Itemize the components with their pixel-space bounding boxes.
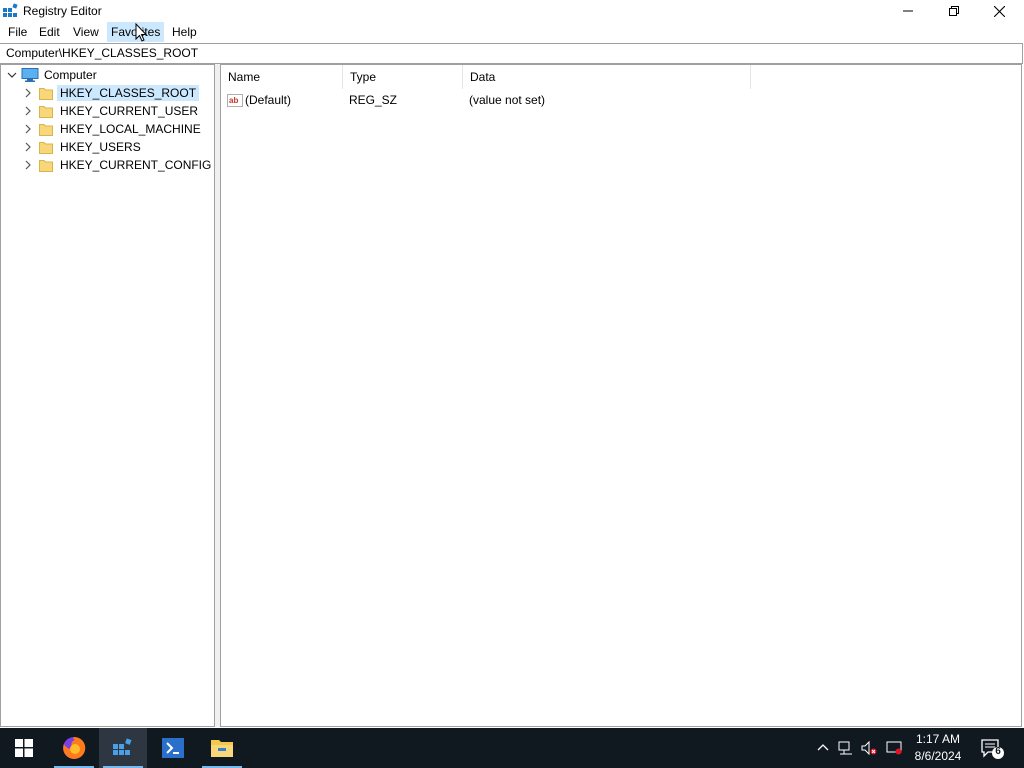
tree-label-hkey-current-config: HKEY_CURRENT_CONFIG <box>60 158 212 172</box>
file-explorer-icon <box>211 740 233 757</box>
chevron-down-icon[interactable] <box>7 70 17 80</box>
window-title: Registry Editor <box>23 4 102 18</box>
taskbar-powershell[interactable] <box>149 728 197 768</box>
folder-icon <box>39 87 53 100</box>
chevron-right-icon[interactable] <box>23 142 33 152</box>
tree-label-computer: Computer <box>44 68 97 82</box>
chevron-right-icon[interactable] <box>23 124 33 134</box>
folder-icon <box>39 123 53 136</box>
folder-icon <box>39 159 53 172</box>
clock-date: 8/6/2024 <box>914 749 962 763</box>
registry-editor-icon <box>113 738 132 755</box>
menu-file[interactable]: File <box>4 22 31 42</box>
action-center-button[interactable]: 6 <box>980 738 1004 760</box>
tree-item-hkey-current-config[interactable]: HKEY_CURRENT_CONFIG <box>23 156 214 174</box>
menu-edit[interactable]: Edit <box>35 22 64 42</box>
chevron-up-icon[interactable] <box>815 740 831 756</box>
value-type: REG_SZ <box>349 93 398 107</box>
powershell-icon <box>162 738 184 758</box>
start-icon <box>15 739 33 757</box>
string-value-icon: ab <box>227 94 243 107</box>
svg-text:ab: ab <box>229 96 238 105</box>
mouse-cursor-icon <box>135 23 148 42</box>
chevron-right-icon[interactable] <box>23 106 33 116</box>
tree-item-computer[interactable]: Computer <box>7 66 100 84</box>
tree-label-hkey-current-user: HKEY_CURRENT_USER <box>60 104 199 118</box>
key-tree-pane[interactable]: Computer HKEY_CLASSES_ROOT HKEY_CURRENT_… <box>0 64 215 727</box>
display-icon[interactable] <box>886 740 902 756</box>
minimize-icon <box>903 10 913 12</box>
registry-editor-app-icon <box>3 3 18 17</box>
column-header-data[interactable]: Data <box>463 65 751 89</box>
close-icon <box>993 5 1005 17</box>
clock-time: 1:17 AM <box>915 732 961 746</box>
tree-label-hkey-users: HKEY_USERS <box>60 140 141 154</box>
menu-bar: File Edit View Favorites Help <box>0 22 1024 42</box>
computer-icon <box>21 68 39 82</box>
close-button[interactable] <box>976 0 1022 22</box>
folder-icon <box>39 141 53 154</box>
network-icon[interactable] <box>838 740 854 756</box>
folder-icon <box>39 105 53 118</box>
values-list-pane[interactable]: Name Type Data ab (Default) REG_SZ (valu… <box>220 64 1022 727</box>
tree-label-hkey-classes-root: HKEY_CLASSES_ROOT <box>57 85 200 101</box>
taskbar-firefox[interactable] <box>50 728 98 768</box>
minimize-button[interactable] <box>885 0 931 22</box>
chevron-right-icon[interactable] <box>23 88 33 98</box>
value-data: (value not set) <box>469 93 546 107</box>
menu-help[interactable]: Help <box>168 22 201 42</box>
column-header-type[interactable]: Type <box>343 65 463 89</box>
tree-label-hkey-local-machine: HKEY_LOCAL_MACHINE <box>60 122 201 136</box>
restore-button[interactable] <box>931 0 977 22</box>
tree-item-hkey-users[interactable]: HKEY_USERS <box>23 138 144 156</box>
restore-icon <box>949 6 959 16</box>
volume-muted-icon[interactable] <box>861 740 877 756</box>
firefox-icon <box>63 736 86 759</box>
tree-item-hkey-local-machine[interactable]: HKEY_LOCAL_MACHINE <box>23 120 204 138</box>
address-bar[interactable]: Computer\HKEY_CLASSES_ROOT <box>0 43 1023 64</box>
chevron-right-icon[interactable] <box>23 160 33 170</box>
tree-item-hkey-current-user[interactable]: HKEY_CURRENT_USER <box>23 102 201 120</box>
menu-view[interactable]: View <box>69 22 103 42</box>
address-path: Computer\HKEY_CLASSES_ROOT <box>6 46 199 60</box>
value-name: (Default) <box>245 93 292 107</box>
taskbar-file-explorer[interactable] <box>198 728 246 768</box>
table-row[interactable]: ab (Default) REG_SZ (value not set) <box>221 91 821 109</box>
notification-count: 6 <box>995 746 1001 757</box>
start-button[interactable] <box>0 728 48 768</box>
taskbar-registry-editor[interactable] <box>99 728 147 768</box>
taskbar-clock[interactable]: 1:17 AM 8/6/2024 <box>906 731 970 765</box>
column-header-name[interactable]: Name <box>221 65 343 89</box>
tree-item-hkey-classes-root[interactable]: HKEY_CLASSES_ROOT <box>23 84 200 102</box>
taskbar: 1:17 AM 8/6/2024 6 <box>0 728 1024 768</box>
title-bar[interactable]: Registry Editor <box>0 0 1024 22</box>
